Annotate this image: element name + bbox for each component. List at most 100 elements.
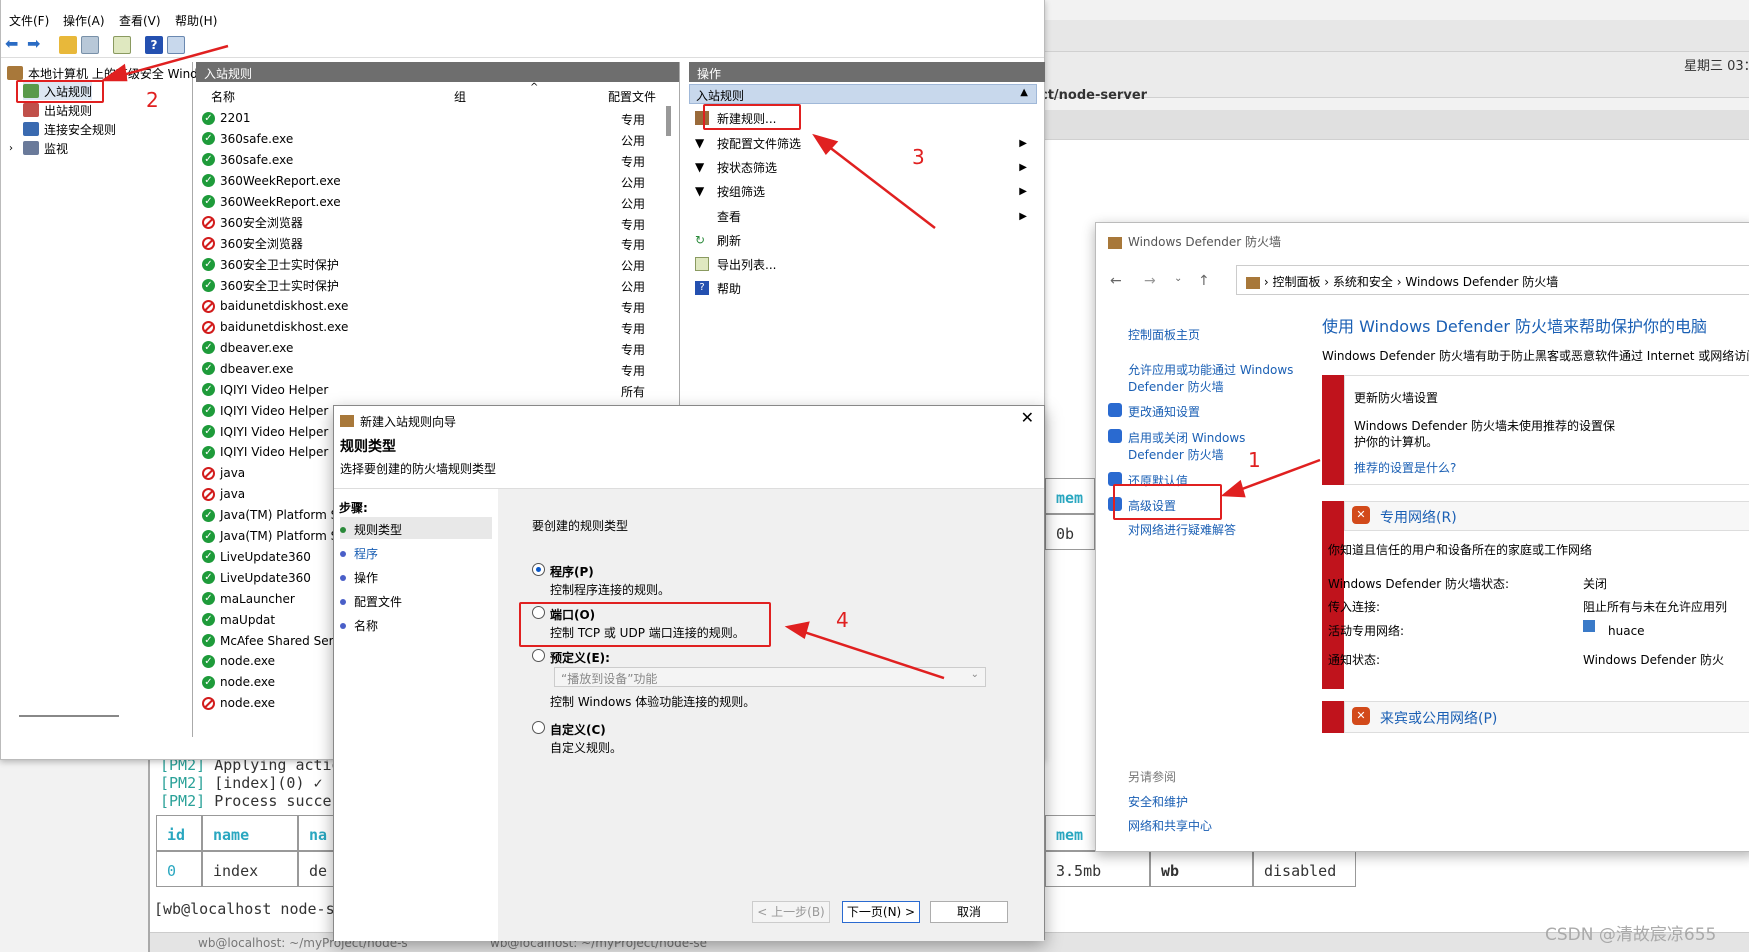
link-security-maintenance[interactable]: 安全和维护 — [1128, 793, 1188, 810]
table-row[interactable]: ✓ IQIYI Video Helper — [202, 422, 328, 442]
table-row[interactable]: node.exe — [202, 693, 275, 713]
table-row[interactable]: baidunetdiskhost.exe — [202, 296, 348, 316]
table-row[interactable]: ✓ Java(TM) Platform S — [202, 505, 338, 525]
forward-icon[interactable]: → — [1144, 273, 1156, 289]
status-value: 关闭 — [1583, 577, 1608, 591]
radio-icon[interactable] — [532, 721, 545, 734]
close-icon[interactable]: ✕ — [1021, 408, 1034, 427]
table-row[interactable]: 360安全浏览器 — [202, 213, 303, 233]
table-row[interactable]: baidunetdiskhost.exe — [202, 317, 348, 337]
export-list-icon[interactable] — [113, 36, 131, 54]
annotation-number: 2 — [146, 88, 159, 112]
column-header-name[interactable]: 名称 — [211, 88, 235, 105]
menu-file[interactable]: 文件(F) — [9, 12, 49, 29]
list-scrollbar[interactable] — [666, 106, 671, 136]
submenu-arrow-icon: ▶ — [1019, 210, 1027, 222]
history-dropdown-icon[interactable]: ⌄ — [1174, 273, 1182, 284]
table-row[interactable]: java — [202, 484, 245, 504]
link-network-sharing[interactable]: 网络和共享中心 — [1128, 817, 1212, 834]
table-row[interactable]: ✓ IQIYI Video Helper — [202, 401, 328, 421]
rule-profile: 专用 — [621, 217, 646, 232]
cancel-button[interactable]: 取消 — [930, 901, 1008, 923]
help-action[interactable]: ? 帮助 — [695, 277, 1035, 299]
rule-name: baidunetdiskhost.exe — [220, 299, 349, 314]
link-troubleshoot[interactable]: 对网络进行疑难解答 — [1128, 521, 1236, 538]
expand-chevron-icon[interactable]: › — [9, 143, 13, 154]
table-row[interactable]: ✓ maLauncher — [202, 589, 295, 609]
tree-item-monitoring[interactable]: › 监视 — [9, 139, 68, 157]
filter-by-group-action[interactable]: ▼ 按组筛选 ▶ — [695, 180, 1035, 202]
breadcrumb-item[interactable]: 控制面板 — [1272, 275, 1320, 289]
option-predefined-title[interactable]: 预定义(E): — [550, 649, 610, 666]
table-row[interactable]: ✓ IQIYI Video Helper — [202, 380, 328, 400]
tree-scrollbar[interactable] — [19, 715, 119, 717]
link-turn-on-off[interactable]: 启用或关闭 Windows — [1128, 429, 1245, 446]
option-predefined-radio[interactable] — [532, 649, 545, 665]
block-icon — [202, 299, 215, 313]
table-row[interactable]: ✓ LiveUpdate360 — [202, 547, 311, 567]
back-button[interactable]: < 上一步(B) — [752, 901, 830, 923]
breadcrumb-item[interactable]: 系统和安全 — [1333, 275, 1393, 289]
collapse-icon[interactable]: ▲ — [1020, 87, 1028, 98]
table-row[interactable]: ✓ Java(TM) Platform S — [202, 526, 338, 546]
table-row[interactable]: ✓ 360安全卫士实时保护 — [202, 275, 339, 295]
table-row[interactable]: ✓ 360safe.exe — [202, 150, 293, 170]
table-row[interactable]: ✓ 360safe.exe — [202, 129, 293, 149]
table-row[interactable]: ✓ dbeaver.exe — [202, 338, 293, 358]
link-allow-app[interactable]: 允许应用或功能通过 Windows — [1128, 361, 1293, 378]
filter-by-profile-action[interactable]: ▼ 按配置文件筛选 ▶ — [695, 132, 1035, 154]
up-icon[interactable]: ↑ — [1198, 273, 1210, 289]
filter-by-state-action[interactable]: ▼ 按状态筛选 ▶ — [695, 156, 1035, 178]
option-custom-radio[interactable] — [532, 721, 545, 737]
actions-section[interactable]: 入站规则 ▲ — [689, 84, 1037, 104]
menu-help[interactable]: 帮助(H) — [175, 12, 217, 29]
table-cell-name: index — [202, 851, 298, 887]
table-row[interactable]: ✓ node.exe — [202, 651, 275, 671]
link-notification-settings[interactable]: 更改通知设置 — [1128, 403, 1200, 420]
table-row[interactable]: ✓ node.exe — [202, 672, 275, 692]
menu-view[interactable]: 查看(V) — [119, 12, 161, 29]
option-program-radio[interactable] — [532, 563, 545, 579]
show-hide-tree-icon[interactable] — [81, 36, 99, 54]
table-row[interactable]: ✓ dbeaver.exe — [202, 359, 293, 379]
option-program-title[interactable]: 程序(P) — [550, 563, 594, 580]
option-custom-title[interactable]: 自定义(C) — [550, 721, 606, 738]
next-button[interactable]: 下一页(N) > — [842, 901, 920, 923]
view-action[interactable]: 查看 ▶ — [695, 205, 1035, 227]
back-icon[interactable]: ← — [1110, 273, 1122, 289]
link-recommended-settings[interactable]: 推荐的设置是什么? — [1354, 459, 1456, 476]
properties-icon[interactable] — [167, 36, 185, 54]
table-row[interactable]: ✓ maUpdat — [202, 610, 275, 630]
table-row[interactable]: ✓ 360安全卫士实时保护 — [202, 254, 339, 274]
menu-action[interactable]: 操作(A) — [63, 12, 105, 29]
table-row[interactable]: 360安全浏览器 — [202, 233, 303, 253]
link-allow-app-2[interactable]: Defender 防火墙 — [1128, 378, 1224, 395]
forward-icon[interactable]: ➡ — [27, 36, 45, 54]
table-row[interactable]: ✓ McAfee Shared Serv — [202, 631, 341, 651]
folder-up-icon[interactable] — [59, 36, 77, 54]
allow-icon: ✓ — [202, 508, 215, 522]
link-control-panel-home[interactable]: 控制面板主页 — [1128, 326, 1200, 343]
refresh-action[interactable]: ↻ 刷新 — [695, 229, 1035, 251]
tree-item-connection-security[interactable]: 连接安全规则 — [23, 120, 116, 138]
table-row[interactable]: java — [202, 463, 245, 483]
help-icon[interactable]: ? — [145, 36, 163, 54]
predefined-select[interactable]: “播放到设备”功能 ⌄ — [554, 667, 986, 687]
back-icon[interactable]: ⬅ — [5, 36, 23, 54]
table-row[interactable]: ✓ LiveUpdate360 — [202, 568, 311, 588]
link-turn-on-off-2[interactable]: Defender 防火墙 — [1128, 446, 1224, 463]
table-row[interactable]: ✓ 360WeekReport.exe — [202, 171, 341, 191]
annotation-number: 3 — [912, 145, 925, 169]
radio-selected-icon[interactable] — [532, 563, 545, 576]
rule-name: node.exe — [220, 654, 276, 669]
table-row[interactable]: ✓ 2201 — [202, 108, 251, 128]
export-list-action[interactable]: 导出列表... — [695, 253, 1035, 275]
tree-item-outbound-rules[interactable]: 出站规则 — [23, 101, 92, 119]
breadcrumb-item[interactable]: Windows Defender 防火墙 — [1405, 275, 1558, 289]
table-row[interactable]: ✓ IQIYI Video Helper — [202, 442, 328, 462]
column-header-profile[interactable]: 配置文件 — [608, 88, 656, 105]
column-header-group[interactable]: 组 — [454, 88, 466, 105]
annotation-box-inbound — [16, 80, 104, 103]
table-row[interactable]: ✓ 360WeekReport.exe — [202, 192, 341, 212]
radio-icon[interactable] — [532, 649, 545, 662]
